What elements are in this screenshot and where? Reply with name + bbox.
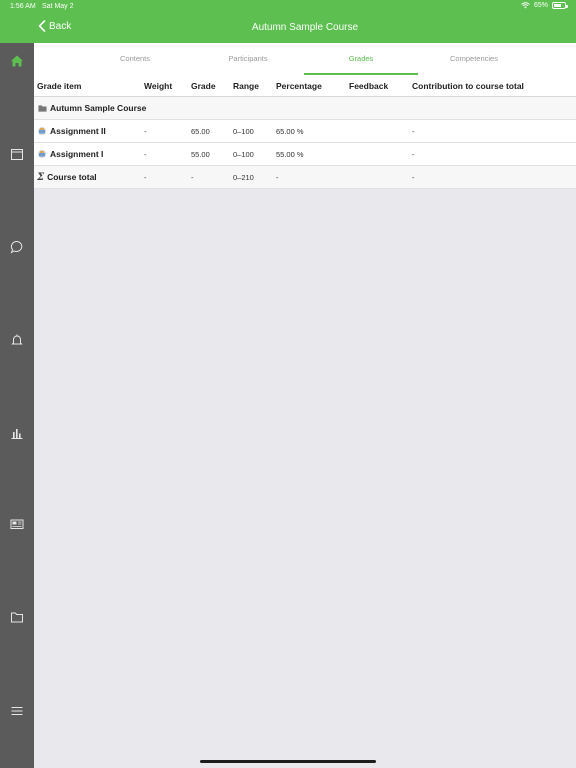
status-bar: 1:56 AM Sat May 2 65%	[0, 0, 576, 14]
news-icon	[10, 519, 24, 529]
table-row[interactable]: Assignment I - 55.00 0–100 55.00 % -	[34, 143, 576, 166]
status-right: 65%	[521, 2, 568, 9]
col-header-weight: Weight	[144, 80, 173, 91]
assignment-icon	[37, 126, 47, 136]
menu-icon	[11, 707, 23, 715]
percentage-cell: -	[276, 172, 279, 182]
percentage-cell: 65.00 %	[276, 126, 304, 136]
sidebar-item-calendar[interactable]	[0, 142, 34, 166]
col-header-range: Range	[233, 80, 259, 91]
contribution-cell: -	[412, 149, 415, 159]
sidebar-item-more[interactable]	[0, 699, 34, 723]
table-header-row: Grade item Weight Grade Range Percentage…	[34, 75, 576, 97]
contribution-cell: -	[412, 126, 415, 136]
tab-competencies[interactable]: Competencies	[417, 43, 531, 75]
range-cell: 0–100	[233, 126, 254, 136]
app-header: 1:56 AM Sat May 2 65% Back Autumn Sample…	[0, 0, 576, 43]
home-icon	[11, 55, 23, 67]
battery-icon	[552, 2, 568, 9]
col-header-contribution: Contribution to course total	[412, 80, 524, 91]
tab-contents[interactable]: Contents	[78, 43, 192, 75]
grade-item-name: Assignment I	[50, 149, 104, 159]
sidebar-item-news[interactable]	[0, 512, 34, 536]
range-cell: 0–100	[233, 149, 254, 159]
category-cell: Autumn Sample Course	[37, 97, 146, 119]
course-total-cell: Σ Course total	[37, 166, 97, 188]
grade-item-cell: Assignment I	[37, 143, 103, 165]
home-indicator[interactable]	[200, 760, 376, 763]
grades-table: Grade item Weight Grade Range Percentage…	[34, 75, 576, 189]
page-title: Autumn Sample Course	[251, 22, 359, 33]
folder-icon	[11, 612, 23, 623]
bell-icon	[11, 334, 23, 345]
sidebar-item-files[interactable]	[0, 605, 34, 629]
grade-cell: 55.00	[191, 149, 210, 159]
nav-bar: Back Autumn Sample Course	[34, 14, 576, 43]
sidebar-item-home[interactable]	[0, 49, 34, 73]
assignment-icon	[37, 149, 47, 159]
battery-percent: 65%	[533, 2, 548, 9]
sigma-icon: Σ	[37, 171, 45, 183]
percentage-cell: 55.00 %	[276, 149, 304, 159]
tab-participants[interactable]: Participants	[191, 43, 305, 75]
grade-cell: -	[191, 172, 194, 182]
col-header-grade-item: Grade item	[37, 80, 82, 91]
table-row[interactable]: Assignment II - 65.00 0–100 65.00 % -	[34, 120, 576, 143]
status-time: 1:56 AM	[10, 3, 36, 10]
grade-item-name: Assignment II	[50, 126, 106, 136]
main-content: Contents Participants Grades Competencie…	[34, 43, 576, 768]
grade-cell: 65.00	[191, 126, 210, 136]
status-date: Sat May 2	[42, 3, 74, 10]
chat-icon	[10, 240, 23, 254]
wifi-icon	[521, 2, 530, 9]
sidebar-item-grades[interactable]	[0, 421, 34, 445]
category-name: Autumn Sample Course	[50, 103, 147, 113]
sidebar-item-messages[interactable]	[0, 235, 34, 259]
col-header-percentage: Percentage	[276, 80, 322, 91]
weight-cell: -	[144, 126, 147, 136]
category-row: Autumn Sample Course	[34, 97, 576, 120]
folder-icon	[37, 103, 47, 113]
sidebar-item-notifications[interactable]	[0, 328, 34, 352]
tab-bar: Contents Participants Grades Competencie…	[34, 43, 576, 75]
chart-icon	[11, 429, 23, 439]
sidebar	[0, 43, 34, 768]
col-header-feedback: Feedback	[349, 80, 389, 91]
weight-cell: -	[144, 149, 147, 159]
tab-grades[interactable]: Grades	[304, 43, 418, 75]
calendar-icon	[11, 149, 23, 160]
course-total-row: Σ Course total - - 0–210 - -	[34, 166, 576, 189]
contribution-cell: -	[412, 172, 415, 182]
range-cell: 0–210	[233, 172, 254, 182]
col-header-grade: Grade	[191, 80, 216, 91]
weight-cell: -	[144, 172, 147, 182]
course-total-label: Course total	[47, 172, 97, 182]
grade-item-cell: Assignment II	[37, 120, 106, 142]
